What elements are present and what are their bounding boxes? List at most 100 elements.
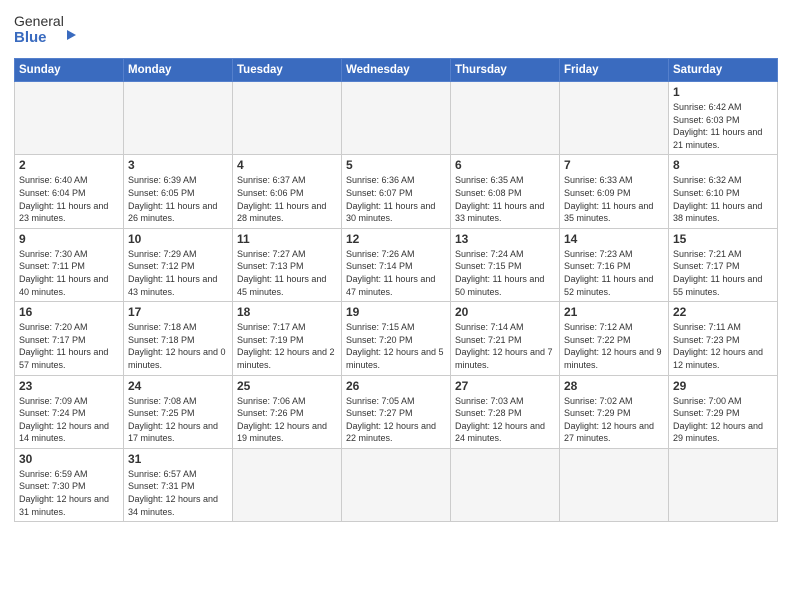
day-number: 28 (564, 379, 664, 393)
day-number: 14 (564, 232, 664, 246)
page: GeneralBlue SundayMondayTuesdayWednesday… (0, 0, 792, 612)
day-cell: 26 Sunrise: 7:05 AM Sunset: 7:27 PM Dayli… (342, 375, 451, 448)
weekday-header-monday: Monday (124, 59, 233, 82)
day-info: Sunrise: 6:37 AM Sunset: 6:06 PM Dayligh… (237, 174, 337, 224)
day-cell (342, 448, 451, 521)
day-info: Sunrise: 7:14 AM Sunset: 7:21 PM Dayligh… (455, 321, 555, 371)
day-info: Sunrise: 7:29 AM Sunset: 7:12 PM Dayligh… (128, 248, 228, 298)
day-cell: 9 Sunrise: 7:30 AM Sunset: 7:11 PM Daylig… (15, 228, 124, 301)
day-cell: 4Sunrise: 6:37 AM Sunset: 6:06 PM Daylig… (233, 155, 342, 228)
day-info: Sunrise: 7:08 AM Sunset: 7:25 PM Dayligh… (128, 395, 228, 445)
day-cell: 14Sunrise: 7:23 AM Sunset: 7:16 PM Dayli… (560, 228, 669, 301)
day-cell: 1 Sunrise: 6:42 AM Sunset: 6:03 PM Daylig… (669, 82, 778, 155)
day-number: 24 (128, 379, 228, 393)
week-row-6: 30 Sunrise: 6:59 AM Sunset: 7:30 PM Dayli… (15, 448, 778, 521)
weekday-header-wednesday: Wednesday (342, 59, 451, 82)
week-row-3: 9 Sunrise: 7:30 AM Sunset: 7:11 PM Daylig… (15, 228, 778, 301)
weekday-header-tuesday: Tuesday (233, 59, 342, 82)
calendar-table: SundayMondayTuesdayWednesdayThursdayFrid… (14, 58, 778, 522)
header: GeneralBlue (14, 10, 778, 52)
day-number: 31 (128, 452, 228, 466)
day-number: 15 (673, 232, 773, 246)
day-cell: 30 Sunrise: 6:59 AM Sunset: 7:30 PM Dayli… (15, 448, 124, 521)
day-cell (15, 82, 124, 155)
day-info: Sunrise: 7:15 AM Sunset: 7:20 PM Dayligh… (346, 321, 446, 371)
day-info: Sunrise: 6:33 AM Sunset: 6:09 PM Dayligh… (564, 174, 664, 224)
day-cell: 13Sunrise: 7:24 AM Sunset: 7:15 PM Dayli… (451, 228, 560, 301)
day-cell: 23Sunrise: 7:09 AM Sunset: 7:24 PM Dayli… (15, 375, 124, 448)
day-cell (560, 82, 669, 155)
day-number: 6 (455, 158, 555, 172)
day-info: Sunrise: 6:39 AM Sunset: 6:05 PM Dayligh… (128, 174, 228, 224)
day-cell: 7 Sunrise: 6:33 AM Sunset: 6:09 PM Daylig… (560, 155, 669, 228)
day-number: 8 (673, 158, 773, 172)
weekday-header-thursday: Thursday (451, 59, 560, 82)
day-cell (451, 448, 560, 521)
day-number: 21 (564, 305, 664, 319)
day-cell: 2Sunrise: 6:40 AM Sunset: 6:04 PM Daylig… (15, 155, 124, 228)
day-number: 13 (455, 232, 555, 246)
weekday-header-row: SundayMondayTuesdayWednesdayThursdayFrid… (15, 59, 778, 82)
day-info: Sunrise: 7:17 AM Sunset: 7:19 PM Dayligh… (237, 321, 337, 371)
day-info: Sunrise: 6:59 AM Sunset: 7:30 PM Dayligh… (19, 468, 119, 518)
day-number: 17 (128, 305, 228, 319)
day-info: Sunrise: 6:57 AM Sunset: 7:31 PM Dayligh… (128, 468, 228, 518)
day-cell (124, 82, 233, 155)
day-cell: 16Sunrise: 7:20 AM Sunset: 7:17 PM Dayli… (15, 302, 124, 375)
weekday-header-sunday: Sunday (15, 59, 124, 82)
day-info: Sunrise: 7:00 AM Sunset: 7:29 PM Dayligh… (673, 395, 773, 445)
week-row-4: 16Sunrise: 7:20 AM Sunset: 7:17 PM Dayli… (15, 302, 778, 375)
day-info: Sunrise: 7:11 AM Sunset: 7:23 PM Dayligh… (673, 321, 773, 371)
day-number: 27 (455, 379, 555, 393)
day-number: 11 (237, 232, 337, 246)
day-number: 5 (346, 158, 446, 172)
day-cell: 19 Sunrise: 7:15 AM Sunset: 7:20 PM Dayli… (342, 302, 451, 375)
day-number: 25 (237, 379, 337, 393)
day-number: 9 (19, 232, 119, 246)
day-cell: 29 Sunrise: 7:00 AM Sunset: 7:29 PM Dayli… (669, 375, 778, 448)
day-cell (342, 82, 451, 155)
day-info: Sunrise: 7:09 AM Sunset: 7:24 PM Dayligh… (19, 395, 119, 445)
day-info: Sunrise: 7:06 AM Sunset: 7:26 PM Dayligh… (237, 395, 337, 445)
generalblue-logo-svg: GeneralBlue (14, 10, 94, 52)
day-cell: 22 Sunrise: 7:11 AM Sunset: 7:23 PM Dayli… (669, 302, 778, 375)
day-cell (233, 448, 342, 521)
weekday-header-saturday: Saturday (669, 59, 778, 82)
week-row-2: 2Sunrise: 6:40 AM Sunset: 6:04 PM Daylig… (15, 155, 778, 228)
day-cell: 17 Sunrise: 7:18 AM Sunset: 7:18 PM Dayli… (124, 302, 233, 375)
day-info: Sunrise: 7:18 AM Sunset: 7:18 PM Dayligh… (128, 321, 228, 371)
day-number: 1 (673, 85, 773, 99)
day-cell: 24 Sunrise: 7:08 AM Sunset: 7:25 PM Dayli… (124, 375, 233, 448)
day-info: Sunrise: 6:36 AM Sunset: 6:07 PM Dayligh… (346, 174, 446, 224)
day-info: Sunrise: 6:42 AM Sunset: 6:03 PM Dayligh… (673, 101, 773, 151)
day-info: Sunrise: 7:30 AM Sunset: 7:11 PM Dayligh… (19, 248, 119, 298)
day-cell: 25 Sunrise: 7:06 AM Sunset: 7:26 PM Dayli… (233, 375, 342, 448)
day-info: Sunrise: 6:35 AM Sunset: 6:08 PM Dayligh… (455, 174, 555, 224)
logo: GeneralBlue (14, 10, 94, 52)
week-row-5: 23Sunrise: 7:09 AM Sunset: 7:24 PM Dayli… (15, 375, 778, 448)
day-cell: 3Sunrise: 6:39 AM Sunset: 6:05 PM Daylig… (124, 155, 233, 228)
day-info: Sunrise: 7:05 AM Sunset: 7:27 PM Dayligh… (346, 395, 446, 445)
day-number: 26 (346, 379, 446, 393)
day-cell: 15 Sunrise: 7:21 AM Sunset: 7:17 PM Dayli… (669, 228, 778, 301)
day-cell (233, 82, 342, 155)
day-cell: 27 Sunrise: 7:03 AM Sunset: 7:28 PM Dayli… (451, 375, 560, 448)
day-number: 30 (19, 452, 119, 466)
day-info: Sunrise: 7:03 AM Sunset: 7:28 PM Dayligh… (455, 395, 555, 445)
day-info: Sunrise: 7:02 AM Sunset: 7:29 PM Dayligh… (564, 395, 664, 445)
week-row-1: 1 Sunrise: 6:42 AM Sunset: 6:03 PM Daylig… (15, 82, 778, 155)
day-number: 7 (564, 158, 664, 172)
day-cell: 5 Sunrise: 6:36 AM Sunset: 6:07 PM Daylig… (342, 155, 451, 228)
day-cell: 11Sunrise: 7:27 AM Sunset: 7:13 PM Dayli… (233, 228, 342, 301)
day-number: 12 (346, 232, 446, 246)
day-number: 19 (346, 305, 446, 319)
day-number: 29 (673, 379, 773, 393)
day-cell: 28 Sunrise: 7:02 AM Sunset: 7:29 PM Dayli… (560, 375, 669, 448)
day-cell (560, 448, 669, 521)
day-info: Sunrise: 7:26 AM Sunset: 7:14 PM Dayligh… (346, 248, 446, 298)
day-number: 18 (237, 305, 337, 319)
day-cell: 10 Sunrise: 7:29 AM Sunset: 7:12 PM Dayli… (124, 228, 233, 301)
day-number: 22 (673, 305, 773, 319)
day-info: Sunrise: 7:21 AM Sunset: 7:17 PM Dayligh… (673, 248, 773, 298)
day-number: 10 (128, 232, 228, 246)
